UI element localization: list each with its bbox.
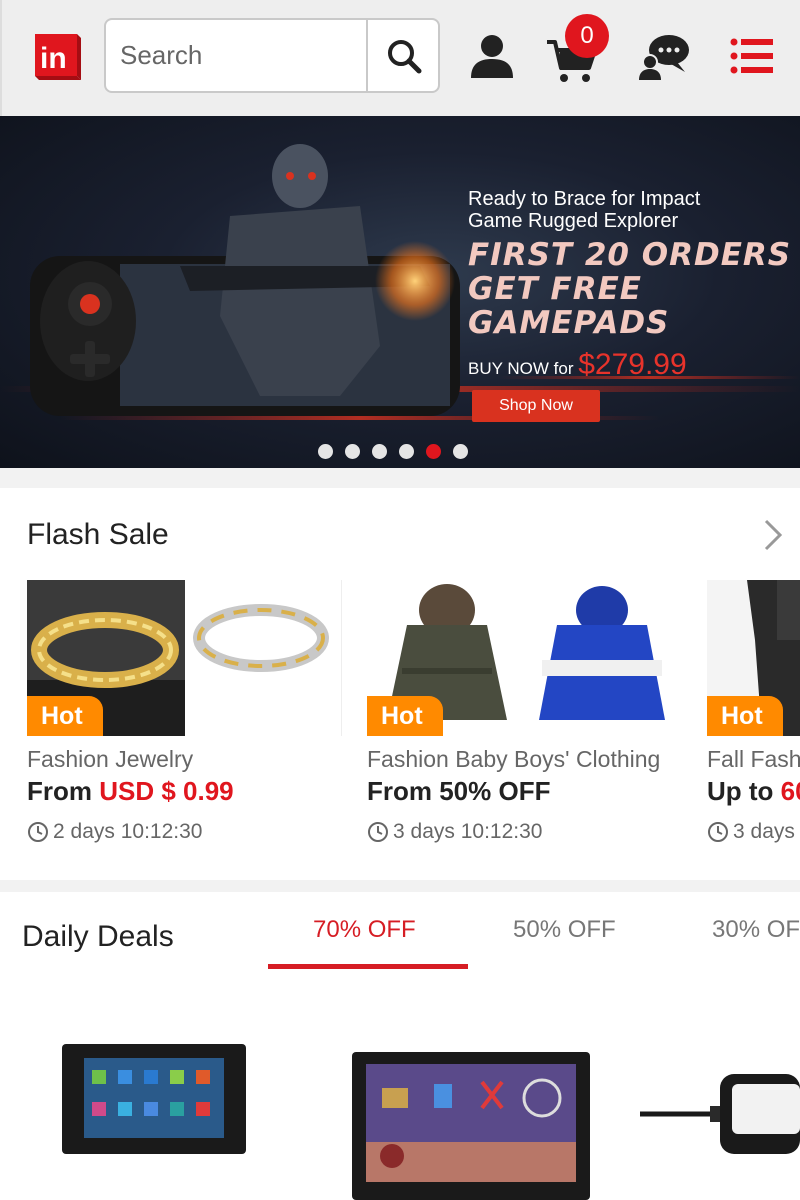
clock-icon bbox=[368, 822, 388, 842]
clock-icon bbox=[28, 822, 48, 842]
hot-badge: Hot bbox=[367, 696, 443, 736]
active-tab-indicator bbox=[268, 964, 468, 969]
price-prefix: From 50% OFF bbox=[367, 776, 551, 806]
daily-deals-title: Daily Deals bbox=[22, 920, 174, 953]
countdown: 3 days 10:12:30 bbox=[367, 820, 542, 844]
menu-icon[interactable] bbox=[730, 34, 774, 78]
hero-banner[interactable]: Ready to Brace for Impact Game Rugged Ex… bbox=[0, 116, 800, 468]
banner-price: $279.99 bbox=[578, 348, 687, 381]
product-name: Fall Fashion bbox=[707, 746, 800, 772]
search-icon bbox=[388, 39, 422, 73]
countdown-text: 3 days 10:12:30 bbox=[733, 820, 800, 843]
countdown: 3 days 10:12:30 bbox=[707, 820, 800, 844]
product-price: From 50% OFF bbox=[367, 776, 550, 807]
carousel-dot[interactable] bbox=[453, 444, 468, 459]
top-header: in 0 bbox=[0, 0, 800, 116]
banner-copy: Ready to Brace for Impact Game Rugged Ex… bbox=[468, 188, 800, 422]
flash-item-jewelry[interactable]: Hot Fashion Jewelry From USD $ 0.99 2 da… bbox=[27, 580, 367, 870]
logo-text: in bbox=[40, 42, 67, 75]
carousel-dot-active[interactable] bbox=[426, 444, 441, 459]
countdown-text: 3 days 10:12:30 bbox=[393, 820, 543, 843]
price-prefix: From bbox=[27, 776, 100, 806]
product-price: From USD $ 0.99 bbox=[27, 776, 234, 807]
flash-sale-section: Flash Sale Hot Fashion Jewelry From USD … bbox=[0, 488, 800, 880]
banner-tagline-2: Game Rugged Explorer bbox=[468, 210, 679, 232]
banner-tagline-1: Ready to Brace for Impact bbox=[468, 188, 701, 210]
hot-badge: Hot bbox=[707, 696, 783, 736]
chevron-right-icon[interactable] bbox=[760, 518, 786, 552]
tab-50-off[interactable]: 50% OFF bbox=[513, 916, 616, 944]
deal-car-stereo-image[interactable] bbox=[62, 1044, 246, 1154]
carousel-dot[interactable] bbox=[399, 444, 414, 459]
countdown-text: 2 days 10:12:30 bbox=[53, 820, 203, 843]
carousel-dot[interactable] bbox=[318, 444, 333, 459]
cart-count-badge: 0 bbox=[565, 14, 609, 58]
card-divider bbox=[341, 580, 342, 736]
flash-item-baby-clothing[interactable]: Hot Fashion Baby Boys' Clothing From 50%… bbox=[367, 580, 707, 870]
search-input[interactable] bbox=[106, 20, 364, 91]
carousel-dots bbox=[318, 444, 468, 459]
deal-dash-camera-image[interactable] bbox=[640, 1064, 800, 1154]
shop-now-button[interactable]: Shop Now bbox=[472, 390, 600, 422]
hot-badge: Hot bbox=[27, 696, 103, 736]
search-box bbox=[104, 18, 440, 93]
product-price: Up to 60 bbox=[707, 776, 800, 807]
price-prefix: Up to bbox=[707, 776, 781, 806]
daily-deals-section: Daily Deals 70% OFF 50% OFF 30% OFF bbox=[0, 892, 800, 1200]
price-value: USD $ 0.99 bbox=[99, 776, 234, 806]
countdown: 2 days 10:12:30 bbox=[27, 820, 202, 844]
carousel-dot[interactable] bbox=[372, 444, 387, 459]
account-icon[interactable] bbox=[465, 30, 519, 84]
banner-buy-label: BUY NOW for bbox=[468, 359, 579, 378]
price-value: 60 bbox=[780, 776, 800, 806]
clock-icon bbox=[708, 822, 728, 842]
product-name: Fashion Jewelry bbox=[27, 746, 194, 772]
banner-headline-2: GET FREE GAMEPADS bbox=[468, 271, 670, 341]
carousel-dot[interactable] bbox=[345, 444, 360, 459]
chat-icon[interactable] bbox=[637, 30, 691, 84]
flash-item-fall-fashion[interactable]: Hot Fall Fashion Up to 60 3 days 10:12:3… bbox=[707, 580, 800, 870]
deal-navigation-unit-image[interactable] bbox=[352, 1052, 590, 1200]
page: in 0 bbox=[0, 0, 800, 1200]
banner-headline-1: FIRST 20 ORDERS bbox=[468, 237, 792, 273]
product-name: Fashion Baby Boys' Clothing bbox=[367, 746, 661, 772]
search-button[interactable] bbox=[366, 20, 438, 91]
site-logo[interactable]: in bbox=[29, 30, 81, 82]
tab-70-off[interactable]: 70% OFF bbox=[313, 916, 416, 944]
flash-sale-title: Flash Sale bbox=[27, 518, 169, 551]
tab-30-off[interactable]: 30% OFF bbox=[712, 916, 800, 944]
banner-price-line: BUY NOW for $279.99 bbox=[468, 348, 800, 382]
